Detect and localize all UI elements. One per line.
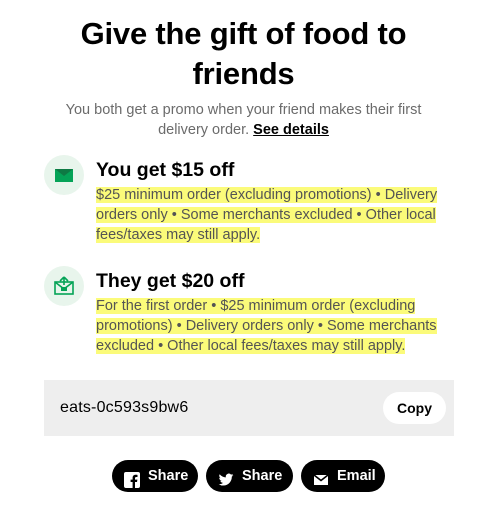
email-share-label: Email [337,468,376,484]
twitter-share-label: Share [242,468,283,484]
copy-button[interactable]: Copy [383,392,446,424]
twitter-icon [218,468,234,486]
share-buttons: Share Share Email [0,460,487,492]
page-title: Give the gift of food to friends [80,16,407,91]
facebook-share-button[interactable]: Share [112,460,198,492]
see-details-link[interactable]: See details [253,122,329,138]
referral-page: Give the gift of food to friends You bot… [0,0,487,514]
facebook-share-label: Share [148,468,189,484]
envelope-icon [44,155,84,195]
twitter-share-button[interactable]: Share [206,460,293,492]
referral-code: eats-0c593s9bw6 [60,399,189,416]
benefit-title: You get $15 off [96,159,235,181]
benefit-description: For the first order • $25 minimum order … [96,296,452,356]
subtitle-text: You both get a promo when your friend ma… [65,102,422,138]
facebook-icon [124,468,140,488]
benefit-title: They get $20 off [96,270,245,292]
email-icon [313,468,329,485]
benefit-description-text: $25 minimum order (excluding promotions)… [96,187,438,243]
gift-envelope-icon [44,266,84,306]
benefit-description: $25 minimum order (excluding promotions)… [96,185,452,245]
referral-code-box: eats-0c593s9bw6 Copy [44,380,454,436]
benefit-description-text: For the first order • $25 minimum order … [96,298,437,354]
page-subtitle: You both get a promo when your friend ma… [40,100,447,140]
email-share-button[interactable]: Email [301,460,385,492]
